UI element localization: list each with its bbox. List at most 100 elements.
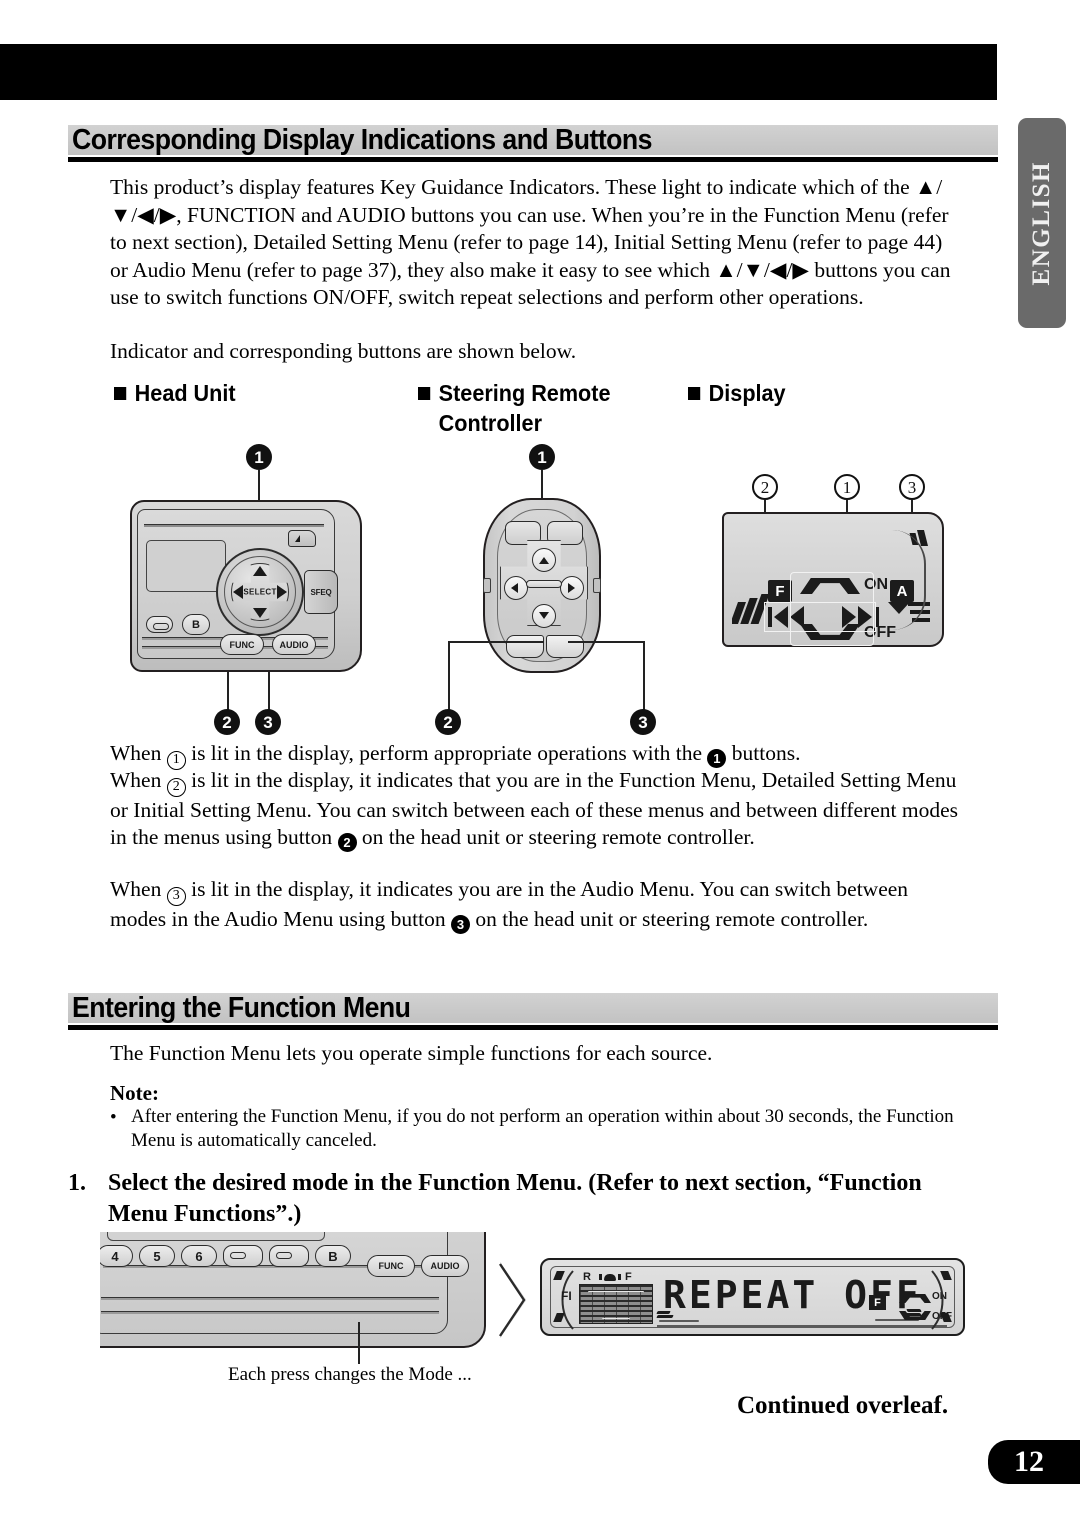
section-2-title: Entering the Function Menu [72, 992, 411, 1024]
page-number: 12 [1014, 1445, 1044, 1478]
note-bullet: • [110, 1107, 117, 1128]
inline-filled-1: 1 [707, 749, 727, 768]
callout-leader-line [568, 641, 644, 643]
faceplate-seam-top [144, 524, 324, 527]
callout-leader-line [448, 641, 450, 711]
bullet-square-icon [114, 387, 127, 400]
oval-button-2[interactable] [269, 1245, 309, 1267]
bottom-head-unit-illustration: 4 5 6 B FUNC AUDIO [100, 1232, 500, 1350]
inline-circle-3: 3 [166, 886, 186, 906]
preset-button-6[interactable]: 6 [181, 1245, 217, 1267]
subheader-head-unit: Head Unit [114, 378, 236, 408]
left-level-bars-icon [732, 594, 772, 628]
oval-button-1[interactable] [223, 1245, 263, 1267]
bottom-head-unit-lcd [107, 1232, 325, 1241]
steering-remote-callout-1: 1 [529, 444, 555, 470]
lcd-indicator-f-box: F [869, 1295, 886, 1310]
func-button[interactable]: FUNC [220, 634, 264, 655]
preset-button-4[interactable]: 4 [100, 1245, 133, 1267]
section-heading-corresponding-display: Corresponding Display Indications and Bu… [68, 124, 998, 167]
up-chevron-icon [800, 578, 860, 594]
remote-down-button[interactable] [532, 604, 556, 628]
faceplate-seam-3 [101, 1311, 439, 1314]
remote-center-bar[interactable] [526, 580, 562, 588]
head-unit-illustration: SFEQ SELECT B FUNC AUDIO [130, 500, 370, 680]
bottom-audio-button[interactable]: AUDIO [421, 1255, 469, 1277]
inline-filled-3: 3 [451, 914, 471, 934]
remote-right-nub [593, 578, 601, 593]
lcd-left-level-fan-icon [656, 1311, 777, 1330]
callout-leader-line [227, 672, 229, 712]
audio-button[interactable]: AUDIO [272, 634, 316, 655]
exp1-text-b: is lit in the display, perform appropria… [185, 741, 708, 765]
remote-left-nub [483, 578, 491, 593]
lcd-fader-trapezoid-icon [588, 1291, 644, 1319]
label-on: ON [864, 576, 888, 593]
eject-button[interactable] [288, 530, 316, 547]
language-tab: ENGLISH [1018, 118, 1066, 328]
bottom-func-button[interactable]: FUNC [367, 1255, 415, 1277]
sfeq-button[interactable]: SFEQ [304, 570, 338, 614]
section-heading-entering-function-menu: Entering the Function Menu [68, 992, 998, 1035]
head-unit-callout-2: 2 [214, 709, 240, 735]
indicator-a: A [890, 580, 914, 602]
detach-button[interactable] [146, 616, 173, 633]
lcd-screen-inner: FI R F REPEAT OFF F ON [550, 1266, 955, 1330]
joystick-left-arrow-icon[interactable] [233, 585, 243, 599]
step-number: 1. [68, 1170, 86, 1196]
display-illustration: F A ON OFF [722, 512, 948, 652]
preset-button-5[interactable]: 5 [139, 1245, 175, 1267]
steering-remote-illustration [483, 498, 603, 678]
down-chevron-icon [800, 624, 860, 640]
joystick-down-arrow-icon[interactable] [253, 608, 267, 618]
subheader-steering-remote: Steering Remote Controller [418, 378, 653, 438]
explanation-paragraph-1: When 1 is lit in the display, perform ap… [110, 740, 960, 770]
exp1-text-c: buttons. [726, 741, 801, 765]
top-black-bar [0, 44, 997, 100]
lcd-fader-grid-icon [579, 1284, 653, 1324]
note-label: Note: [110, 1081, 159, 1105]
select-joystick[interactable]: SELECT [216, 548, 304, 636]
intro-paragraph: This product’s display features Key Guid… [110, 175, 951, 309]
lcd-sound-icon [599, 1271, 621, 1283]
head-unit-lcd [146, 540, 226, 592]
remote-audio-button[interactable] [546, 635, 584, 658]
func-callout-leader [358, 1322, 360, 1364]
subheader-display-label: Display [708, 380, 786, 406]
lcd-indicator-f: F [625, 1271, 632, 1283]
band-button[interactable]: B [182, 614, 210, 635]
joystick-up-arrow-icon[interactable] [253, 566, 267, 576]
indicator-a-pointer-icon [888, 602, 910, 614]
display-callout-3: 3 [899, 474, 925, 500]
lcd-right-level-fan-icon [851, 1309, 922, 1329]
flow-arrow-outline-icon [499, 1263, 526, 1337]
step-text: Select the desired mode in the Function … [108, 1170, 922, 1227]
display-callout-2: 2 [752, 474, 778, 500]
display-callout-1: 1 [834, 474, 860, 500]
joystick-plate [231, 563, 289, 621]
bottom-head-unit-faceplate: 4 5 6 B FUNC AUDIO [100, 1232, 469, 1334]
page-title: Corresponding Display Indications and Bu… [72, 124, 652, 156]
joystick-right-arrow-icon[interactable] [277, 585, 287, 599]
head-unit-chassis: SFEQ SELECT B FUNC AUDIO [130, 500, 362, 672]
illustration-caption: Each press changes the Mode ... [228, 1364, 472, 1385]
remote-left-button[interactable] [504, 576, 528, 600]
select-label: SELECT [243, 587, 277, 597]
subheader-head-unit-label: Head Unit [134, 380, 236, 406]
subheader-steering-remote-label: Steering Remote [438, 380, 611, 406]
head-unit-faceplate: SFEQ SELECT B FUNC AUDIO [137, 509, 338, 659]
function-menu-intro: The Function Menu lets you operate simpl… [110, 1041, 713, 1065]
explanation-paragraph-3: When 3 is lit in the display, it indicat… [110, 876, 960, 934]
bottom-head-unit-chassis: 4 5 6 B FUNC AUDIO [100, 1232, 486, 1348]
exp3-text-a: When [110, 877, 167, 901]
inline-filled-2: 2 [337, 833, 357, 852]
faceplate-seam-2 [101, 1297, 439, 1300]
remote-function-button[interactable] [506, 635, 544, 658]
exp2-text-a: When [110, 768, 167, 792]
remote-up-button[interactable] [532, 548, 556, 572]
continued-overleaf-text: Continued overleaf. [737, 1392, 949, 1419]
exp1-text-a: When [110, 741, 167, 765]
remote-right-button[interactable] [560, 576, 584, 600]
bottom-band-button[interactable]: B [315, 1245, 351, 1267]
intro-paragraph-2: Indicator and corresponding buttons are … [110, 339, 577, 363]
